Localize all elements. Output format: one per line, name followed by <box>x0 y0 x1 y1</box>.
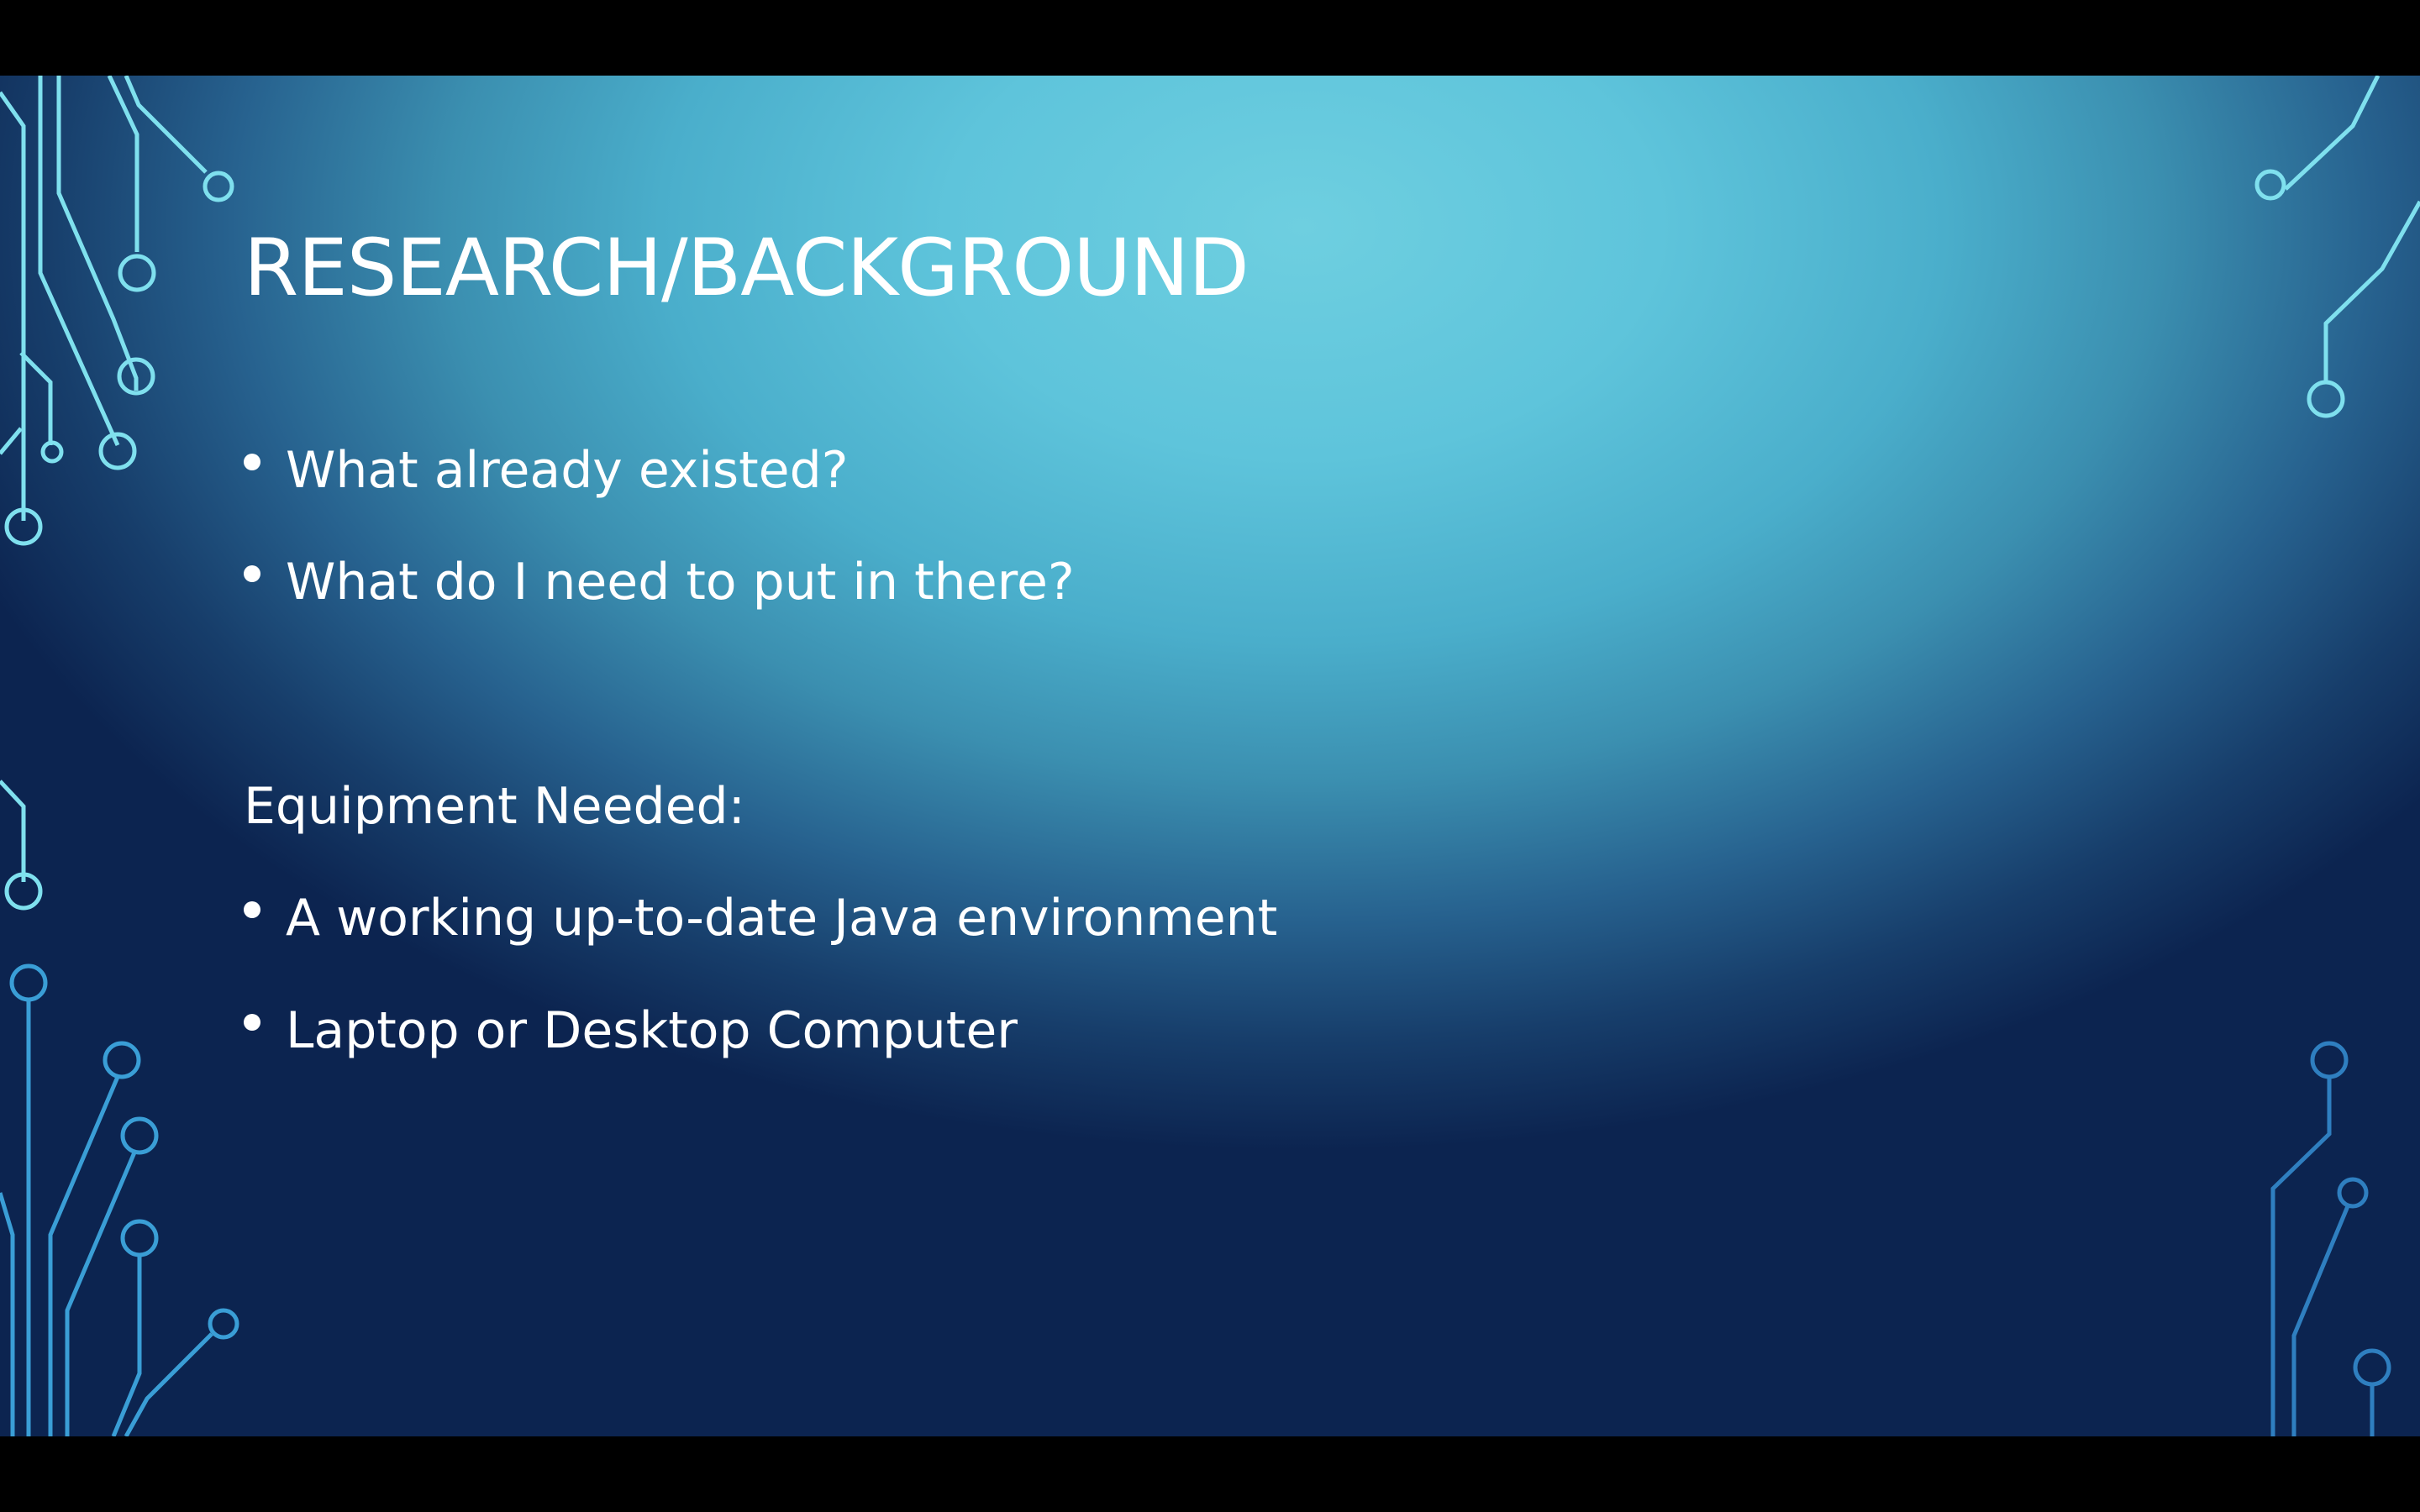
subheading-text: Equipment Needed: <box>244 777 745 836</box>
bullet-text: Laptop or Desktop Computer <box>286 1001 1018 1060</box>
bullet-icon <box>244 901 260 918</box>
bullet-text: What already existed? <box>286 441 849 500</box>
slide-title: RESEARCH/BACKGROUND <box>244 223 1249 314</box>
letterbox-top <box>0 0 2420 76</box>
bullet-text: What do I need to put in there? <box>286 553 1075 612</box>
bullet-item: Laptop or Desktop Computer <box>244 1001 1018 1060</box>
equipment-subheading: Equipment Needed: <box>244 777 745 836</box>
bullet-icon <box>244 454 260 470</box>
bullet-item: A working up-to-date Java environment <box>244 889 1277 948</box>
presentation-slide: RESEARCH/BACKGROUND What already existed… <box>0 76 2420 1436</box>
bullet-icon <box>244 565 260 582</box>
bullet-item: What already existed? <box>244 441 849 500</box>
bullet-item: What do I need to put in there? <box>244 553 1075 612</box>
bullet-icon <box>244 1014 260 1031</box>
bullet-text: A working up-to-date Java environment <box>286 889 1278 948</box>
letterbox-bottom <box>0 1436 2420 1512</box>
